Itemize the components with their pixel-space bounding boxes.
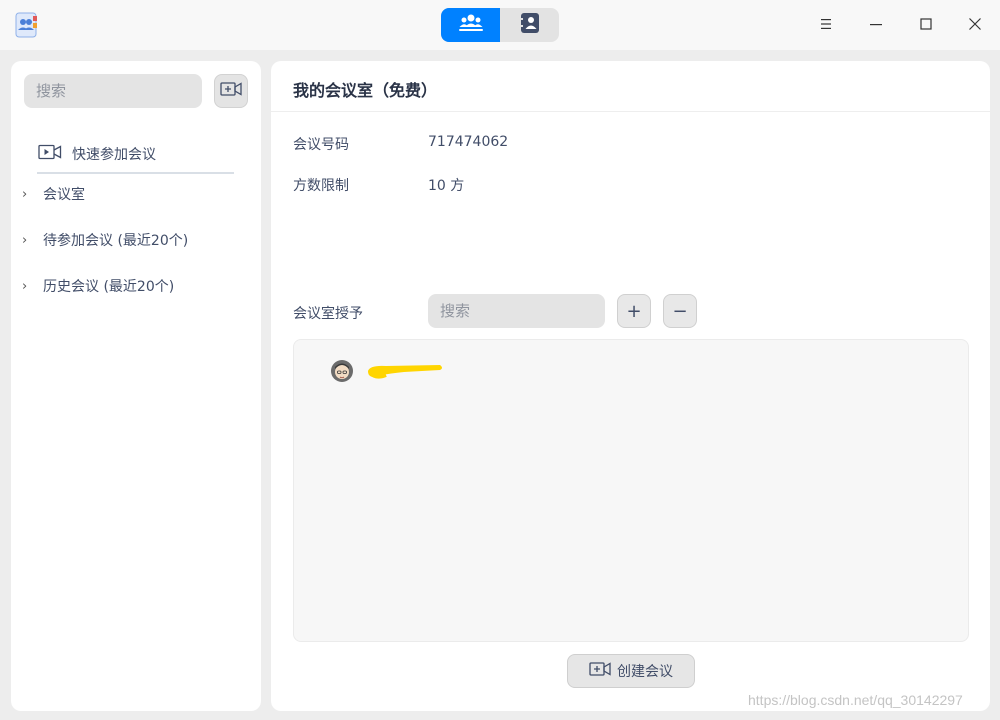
page-title: 我的会议室（免费） — [293, 81, 438, 100]
sidebar-item-meeting-rooms[interactable]: › 会议室 — [22, 182, 85, 206]
participant-limit-value: 10 方 — [428, 178, 465, 194]
maximize-icon — [919, 16, 933, 35]
group-meeting-icon — [458, 13, 484, 37]
plus-icon: + — [626, 300, 642, 322]
maximize-button[interactable] — [911, 10, 941, 40]
address-book-icon — [12, 11, 40, 39]
watermark: https://blog.csdn.net/qq_30142297 — [748, 692, 963, 708]
new-video-meeting-button[interactable] — [214, 74, 248, 108]
redacted-member-name — [364, 359, 446, 387]
close-icon — [968, 16, 982, 35]
participant-limit-label: 方数限制 — [293, 178, 349, 194]
remove-member-button[interactable]: − — [663, 294, 697, 328]
create-meeting-button[interactable]: 创建会议 — [567, 654, 695, 688]
grant-search-input[interactable] — [428, 294, 605, 328]
add-member-button[interactable]: + — [617, 294, 651, 328]
create-meeting-label: 创建会议 — [617, 664, 673, 680]
minimize-icon — [869, 16, 883, 35]
sidebar-item-upcoming-meetings[interactable]: › 待参加会议 (最近20个) — [22, 228, 188, 252]
video-add-icon — [589, 661, 611, 681]
panel-header: 我的会议室（免费） — [271, 61, 990, 112]
chevron-right-icon: › — [22, 186, 28, 202]
video-play-icon — [38, 144, 62, 164]
grant-label: 会议室授予 — [293, 306, 363, 322]
video-add-icon — [220, 81, 242, 101]
minimize-button[interactable] — [861, 10, 891, 40]
tab-meetings[interactable] — [441, 8, 500, 42]
sidebar: 快速参加会议 › 会议室 › 待参加会议 (最近20个) › 历史会议 (最近2… — [11, 61, 261, 711]
contact-card-icon — [519, 12, 540, 38]
sidebar-item-label: 会议室 — [43, 187, 85, 203]
sidebar-item-label: 待参加会议 (最近20个) — [43, 233, 189, 249]
meeting-number-label: 会议号码 — [293, 137, 349, 153]
sidebar-item-label: 历史会议 (最近20个) — [43, 279, 175, 295]
minus-icon: − — [672, 300, 688, 322]
meeting-room-detail-panel: 我的会议室（免费） 会议号码 717474062 方数限制 10 方 会议室授予… — [271, 61, 990, 711]
avatar — [330, 359, 354, 387]
list-item[interactable] — [330, 360, 446, 386]
sidebar-search-input[interactable] — [24, 74, 202, 108]
tab-contacts[interactable] — [500, 8, 559, 42]
quick-join-meeting-button[interactable]: 快速参加会议 — [37, 141, 234, 174]
mode-switch — [441, 8, 559, 42]
menu-button[interactable] — [811, 10, 841, 40]
menu-icon — [819, 16, 833, 35]
chevron-right-icon: › — [22, 278, 28, 294]
meeting-number-value: 717474062 — [428, 134, 509, 150]
close-button[interactable] — [960, 10, 990, 40]
title-bar — [0, 0, 1000, 50]
sidebar-item-history-meetings[interactable]: › 历史会议 (最近20个) — [22, 274, 174, 298]
granted-members-list — [293, 339, 969, 642]
chevron-right-icon: › — [22, 232, 28, 248]
quick-join-label: 快速参加会议 — [72, 146, 156, 163]
